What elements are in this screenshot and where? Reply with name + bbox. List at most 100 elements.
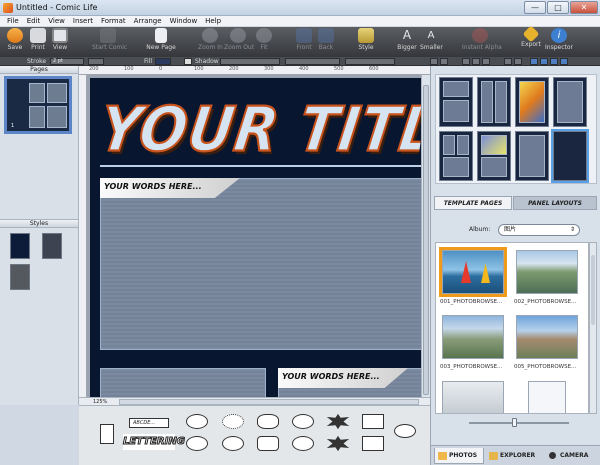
send-back-icon (318, 28, 334, 43)
start-comic-button[interactable]: Start Comic (92, 28, 127, 52)
page-thumbnail[interactable]: 1 (4, 76, 72, 134)
canvas-area[interactable]: YOUR TITLE HERE YOUR WORDS HERE... YOUR … (87, 75, 430, 397)
photo-thumbnail[interactable] (516, 315, 578, 359)
scrollbar-thumb[interactable] (591, 255, 595, 325)
slider-knob[interactable] (512, 418, 517, 427)
align-center-button[interactable] (472, 58, 480, 65)
tab-template-pages[interactable]: TEMPLATE PAGES (434, 196, 512, 210)
new-page-button[interactable]: New Page (146, 28, 176, 52)
view-button[interactable]: View (50, 28, 70, 52)
comic-panel-bottom-left[interactable] (100, 368, 266, 397)
template-thumbnail-selected[interactable] (551, 129, 589, 183)
bigger-button[interactable]: A Bigger (396, 28, 418, 52)
inspector-button[interactable]: i Inspector (544, 28, 574, 52)
menu-window[interactable]: Window (166, 16, 202, 26)
save-button[interactable]: Save (4, 28, 26, 52)
text-option-button[interactable] (514, 58, 522, 65)
shout-balloon-item[interactable] (327, 414, 349, 429)
thumb-panel (443, 135, 455, 155)
menu-help[interactable]: Help (201, 16, 225, 26)
menu-format[interactable]: Format (97, 16, 130, 26)
align-right-button[interactable] (482, 58, 490, 65)
whisper-balloon-item[interactable] (222, 414, 244, 429)
italic-button[interactable] (440, 58, 448, 65)
font-style-select[interactable] (285, 58, 340, 65)
speech-balloon-item[interactable] (186, 414, 208, 429)
menu-insert[interactable]: Insert (69, 16, 97, 26)
photo-browser-scrollbar[interactable] (589, 242, 597, 414)
fit-button[interactable]: Fit (256, 28, 272, 52)
layout-button[interactable] (560, 58, 568, 65)
comic-title-lettering[interactable]: YOUR TITLE HERE (95, 95, 428, 170)
speech-balloon-item[interactable] (292, 414, 314, 429)
speech-balloon-item[interactable] (222, 436, 244, 451)
box-balloon-item[interactable] (362, 436, 384, 451)
speech-balloon-item[interactable] (394, 424, 416, 438)
style-swatch-selected[interactable] (10, 233, 30, 259)
template-thumbnail[interactable] (515, 77, 549, 127)
back-button[interactable]: Back (316, 28, 336, 52)
shadow-checkbox[interactable] (184, 58, 192, 65)
text-option-button[interactable] (504, 58, 512, 65)
instant-alpha-button[interactable]: Instant Alpha (462, 28, 502, 52)
canvas-vertical-scrollbar[interactable] (421, 75, 430, 405)
template-thumbnail[interactable] (439, 131, 473, 181)
zoom-in-button[interactable]: Zoom In (198, 28, 223, 52)
bring-front-icon (296, 28, 312, 43)
template-thumbnail[interactable] (515, 131, 549, 181)
photo-thumbnail[interactable] (528, 381, 566, 413)
thought-balloon-item[interactable] (257, 414, 279, 429)
bold-button[interactable] (430, 58, 438, 65)
tab-camera[interactable]: CAMERA (546, 448, 596, 464)
speech-balloon-item[interactable] (292, 436, 314, 451)
stroke-color-swatch[interactable] (88, 58, 104, 65)
photo-thumbnail-selected[interactable] (439, 247, 507, 297)
menu-file[interactable]: File (3, 16, 23, 26)
menu-arrange[interactable]: Arrange (130, 16, 166, 26)
fill-color-swatch[interactable] (155, 58, 171, 65)
tab-explorer[interactable]: EXPLORER (486, 448, 544, 464)
stroke-width-select[interactable]: 2 pt (50, 58, 84, 65)
smaller-button[interactable]: A Smaller (420, 28, 443, 52)
style-button[interactable]: Style (355, 28, 377, 52)
speech-balloon-item[interactable] (186, 436, 208, 451)
photo-thumbnail[interactable] (442, 315, 504, 359)
lettering-element-item[interactable]: LETTERING (123, 434, 185, 450)
ruler-mark: 100 (124, 66, 134, 72)
photo-thumbnail[interactable] (516, 250, 578, 294)
template-thumbnail[interactable] (477, 131, 511, 181)
zoom-out-button[interactable]: Zoom Out (224, 28, 254, 52)
layout-button[interactable] (540, 58, 548, 65)
page-element-item[interactable] (100, 424, 114, 444)
slider-track[interactable] (469, 422, 569, 424)
menu-edit[interactable]: Edit (23, 16, 45, 26)
scrollbar-thumb[interactable] (423, 85, 429, 395)
album-select[interactable]: 图片 ⇕ (498, 224, 580, 236)
tab-panel-layouts[interactable]: PANEL LAYOUTS (513, 196, 597, 210)
font-select[interactable] (220, 58, 280, 65)
template-thumbnail[interactable] (477, 77, 511, 127)
style-swatch[interactable] (42, 233, 62, 259)
maximize-button[interactable]: □ (547, 1, 569, 14)
box-balloon-item[interactable] (362, 414, 384, 429)
close-button[interactable]: ✕ (570, 1, 598, 14)
template-thumbnail[interactable] (553, 77, 587, 127)
export-button[interactable]: Export (520, 25, 542, 49)
tab-photos[interactable]: PHOTOS (434, 448, 484, 464)
comic-page[interactable]: YOUR TITLE HERE YOUR WORDS HERE... YOUR … (90, 78, 427, 397)
align-left-button[interactable] (462, 58, 470, 65)
style-swatch[interactable] (10, 264, 30, 290)
print-button[interactable]: Print (28, 28, 48, 52)
comic-panel-large[interactable] (100, 178, 422, 350)
shout-balloon-item[interactable] (327, 436, 349, 451)
front-button[interactable]: Front (294, 28, 314, 52)
speech-balloon-item[interactable] (257, 436, 279, 451)
menu-view[interactable]: View (44, 16, 69, 26)
minimize-button[interactable]: — (524, 1, 546, 14)
layout-button[interactable] (550, 58, 558, 65)
font-size-select[interactable] (345, 58, 395, 65)
layout-button[interactable] (530, 58, 538, 65)
template-thumbnail[interactable] (439, 77, 473, 127)
caption-element-item[interactable]: ABCDE... (129, 418, 169, 428)
photo-thumbnail[interactable] (442, 381, 504, 413)
